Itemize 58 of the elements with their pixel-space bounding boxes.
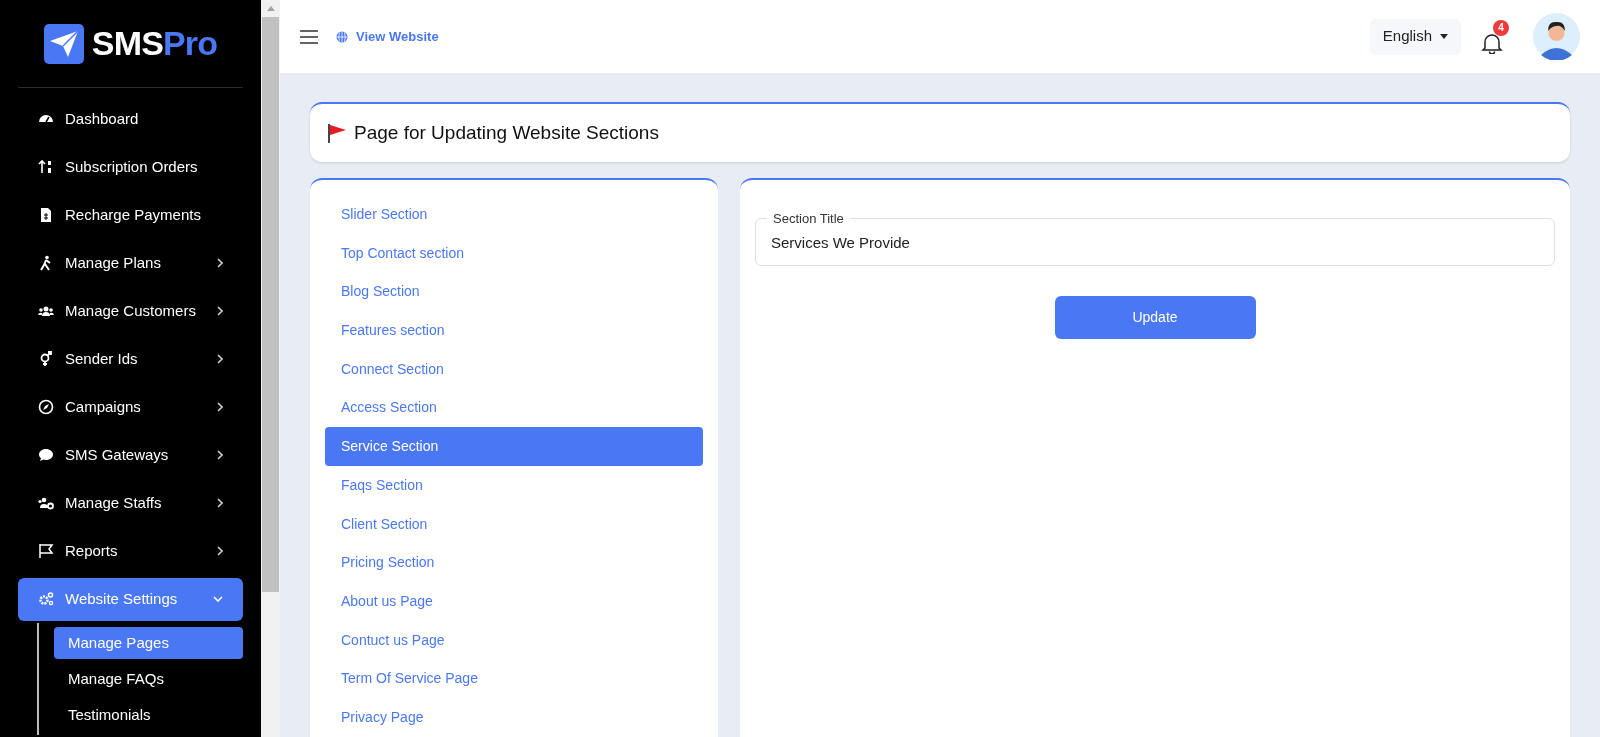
section-link[interactable]: Pricing Section: [325, 543, 703, 583]
chevron-right-icon: [217, 402, 223, 412]
sidebar-item[interactable]: Recharge Payments: [18, 193, 243, 237]
compass-icon: [38, 399, 54, 415]
page-title: Page for Updating Website Sections: [354, 120, 659, 145]
section-link[interactable]: Client Section: [325, 504, 703, 544]
section-link[interactable]: Access Section: [325, 388, 703, 428]
submenu-item[interactable]: Manage FAQs: [54, 663, 243, 695]
paper-plane-logo-icon: [43, 23, 84, 64]
menu-icon[interactable]: [300, 29, 318, 44]
submenu-item[interactable]: Testimonials: [54, 699, 243, 731]
notification-button[interactable]: 4: [1479, 19, 1509, 54]
section-link[interactable]: Features section: [325, 311, 703, 350]
chat-bubble-icon: [38, 447, 54, 463]
sidebar-item[interactable]: Website Settings: [18, 577, 243, 621]
gender-symbol-icon: [38, 351, 54, 367]
submenu-item[interactable]: Manage Pages: [54, 627, 243, 659]
chevron-right-icon: [217, 450, 223, 460]
chevron-right-icon: [217, 354, 223, 364]
chevron-right-icon: [217, 498, 223, 508]
users-gear-icon: [38, 495, 54, 511]
update-button[interactable]: Update: [1054, 296, 1256, 339]
sidebar-item[interactable]: SMS Gateways: [18, 433, 243, 477]
avatar-icon[interactable]: [1533, 13, 1580, 60]
flag-outline-icon: [38, 543, 54, 559]
sidebar-item[interactable]: Manage Staffs: [18, 481, 243, 525]
sidebar-item[interactable]: Campaigns: [18, 385, 243, 429]
sidebar-item[interactable]: Subscription Orders: [18, 145, 243, 189]
sidebar-item[interactable]: Dashboard: [18, 97, 243, 141]
sidebar-item[interactable]: Sender Ids: [18, 337, 243, 381]
language-dropdown[interactable]: English: [1369, 18, 1461, 55]
chevron-down-icon: [213, 596, 223, 602]
section-link[interactable]: Top Contact section: [325, 233, 703, 273]
brand-logo: SMSPro: [91, 23, 218, 64]
section-link[interactable]: Faqs Section: [325, 466, 703, 505]
sidebar-item[interactable]: Manage Plans: [18, 241, 243, 285]
chevron-right-icon: [217, 258, 223, 268]
globe-icon: [336, 30, 348, 43]
invoice-icon: [38, 207, 54, 223]
section-link[interactable]: Service Section: [325, 427, 703, 467]
gears-icon: [38, 591, 54, 607]
section-link[interactable]: Slider Section: [325, 195, 703, 234]
section-link[interactable]: Contuct us Page: [325, 620, 703, 660]
section-link[interactable]: Blog Section: [325, 272, 703, 312]
chevron-right-icon: [217, 546, 223, 556]
section-link[interactable]: About us Page: [325, 582, 703, 621]
sidebar-item[interactable]: Reports: [18, 529, 243, 573]
sidebar-item[interactable]: Manage Customers: [18, 289, 243, 333]
section-link[interactable]: Privacy Page: [325, 698, 703, 737]
scrollbar[interactable]: [261, 0, 280, 737]
section-link[interactable]: Term Of Service Page: [325, 659, 703, 699]
section-link[interactable]: Connect Section: [325, 349, 703, 389]
bell-icon: [1481, 31, 1503, 54]
notification-count-badge: 4: [1493, 19, 1509, 36]
chevron-right-icon: [217, 306, 223, 316]
view-website-link[interactable]: View Website: [336, 26, 439, 47]
sort-arrows-icon: [38, 159, 54, 175]
caret-icon: [1440, 34, 1448, 39]
